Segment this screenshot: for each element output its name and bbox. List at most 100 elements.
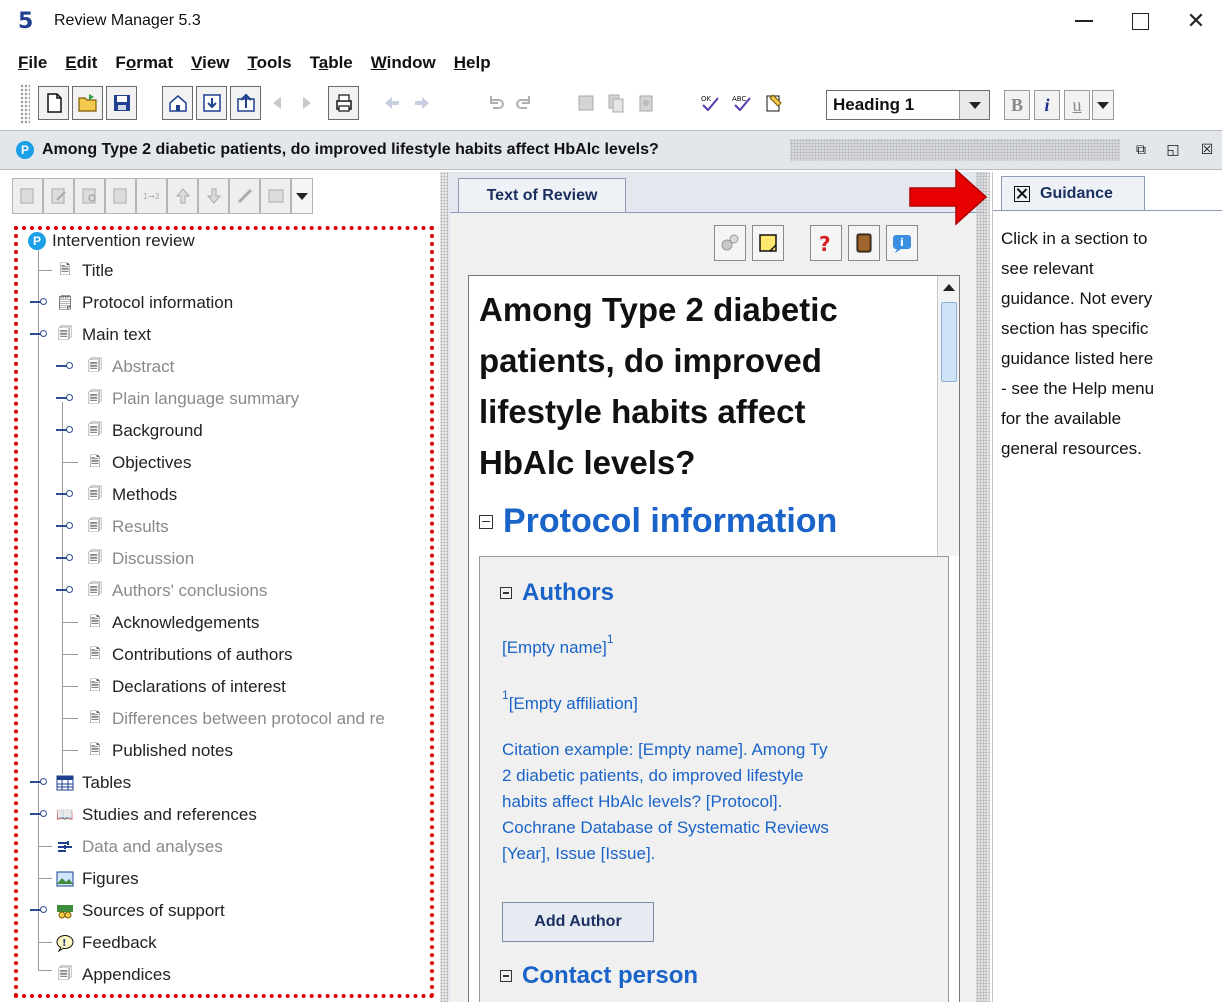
collapse-icon[interactable] (479, 514, 493, 529)
svg-text:OK: OK (701, 95, 712, 103)
move-item-down-button[interactable] (198, 178, 229, 214)
info-button[interactable]: i (886, 225, 918, 261)
help-button[interactable]: ? (810, 225, 842, 261)
scroll-up-icon[interactable] (943, 284, 955, 291)
item-options-button[interactable] (260, 178, 291, 214)
arrow-right-icon (302, 97, 311, 109)
renumber-icon: 1→2 (143, 192, 160, 201)
nav-forward-button[interactable] (406, 86, 437, 120)
paste-button[interactable] (630, 86, 661, 120)
new-button[interactable] (38, 86, 69, 120)
author-name-link[interactable]: [Empty name]1 (502, 632, 614, 662)
paragraph-style-select[interactable]: Heading 1 (826, 90, 990, 120)
close-document-button[interactable]: ☒ (1196, 140, 1218, 160)
menu-view[interactable]: View (191, 53, 229, 73)
title-bar-grip (790, 139, 1120, 161)
restore-down-button[interactable]: ⧉ (1130, 140, 1152, 160)
move-item-up-button[interactable] (167, 178, 198, 214)
save-button[interactable] (106, 86, 137, 120)
open-folder-icon (77, 94, 97, 112)
outline-toolbar-more-button[interactable] (291, 178, 313, 214)
vertical-scrollbar[interactable] (937, 276, 959, 556)
add-note-button[interactable] (752, 225, 784, 261)
toolbar-overflow-button[interactable] (1092, 90, 1114, 120)
arrow-down-icon (202, 94, 221, 112)
move-up-icon (175, 188, 190, 204)
citation-line: Cochrane Database of Systematic Reviews (502, 818, 829, 837)
cut-icon (578, 95, 593, 111)
menu-table[interactable]: Table (310, 53, 353, 73)
edit-item-button[interactable] (43, 178, 74, 214)
guidance-splitter[interactable] (976, 172, 990, 1002)
add-author-button[interactable]: Add Author (502, 902, 654, 942)
authors-heading[interactable]: Authors (500, 579, 614, 607)
chevron-down-icon[interactable] (959, 91, 989, 119)
spellcheck-icon: ABC (732, 95, 751, 112)
outline-panel: 1→2 P Intervention review 🗎 Title 🗒 Protoc… (0, 172, 448, 1002)
toolbar-grip[interactable] (20, 84, 30, 124)
italic-button[interactable]: i (1034, 90, 1060, 120)
maximize-icon (1131, 12, 1149, 30)
outline-splitter[interactable] (440, 172, 448, 1002)
tab-guidance[interactable]: Guidance (1001, 176, 1145, 210)
maximize-pane-button[interactable]: ◱ (1162, 140, 1184, 160)
close-icon: ✕ (1186, 8, 1206, 34)
review-title-heading[interactable]: Among Type 2 diabetic patients, do impro… (479, 284, 919, 488)
options-icon (268, 189, 283, 203)
track-changes-button[interactable] (758, 86, 789, 120)
cut-button[interactable] (570, 86, 601, 120)
menu-tools[interactable]: Tools (248, 53, 292, 73)
spellcheck-button[interactable]: ABC (726, 86, 757, 120)
menu-edit[interactable]: Edit (65, 53, 97, 73)
handbook-button[interactable] (848, 225, 880, 261)
copy-button[interactable] (600, 86, 631, 120)
print-button[interactable] (328, 86, 359, 120)
move-down-button[interactable] (196, 86, 227, 120)
scroll-thumb[interactable] (941, 302, 957, 382)
review-icon: P (16, 141, 34, 159)
note-icon (759, 234, 777, 252)
nav-left-icon (384, 97, 399, 109)
close-guidance-icon[interactable] (1014, 185, 1030, 202)
properties-button[interactable] (105, 178, 136, 214)
undo-button[interactable] (480, 86, 511, 120)
document-title-bar: P Among Type 2 diabetic patients, do imp… (0, 130, 1222, 170)
collapse-icon[interactable] (500, 587, 512, 599)
svg-text:i: i (900, 236, 904, 249)
guidance-panel: Guidance Click in a section to see relev… (992, 172, 1222, 1002)
outline-toolbar: 1→2 (12, 178, 313, 216)
redo-button[interactable] (508, 86, 539, 120)
find-item-button[interactable] (74, 178, 105, 214)
minimize-button[interactable] (1056, 4, 1112, 38)
menu-help[interactable]: Help (454, 53, 491, 73)
check-ok-button[interactable]: OK (694, 86, 725, 120)
tab-text-of-review[interactable]: Text of Review (458, 178, 626, 212)
add-item-button[interactable] (12, 178, 43, 214)
bold-button[interactable]: B (1004, 90, 1030, 120)
maximize-button[interactable] (1112, 4, 1168, 38)
menu-format[interactable]: Format (115, 53, 173, 73)
new-document-icon (46, 93, 62, 113)
collapse-icon[interactable] (500, 970, 512, 982)
nav-back-button[interactable] (376, 86, 407, 120)
delete-item-button[interactable] (229, 178, 260, 214)
menu-window[interactable]: Window (371, 53, 436, 73)
back-button[interactable] (262, 86, 293, 120)
menu-file[interactable]: File (18, 53, 47, 73)
move-up-button[interactable] (230, 86, 261, 120)
maximize-pane-icon: ◱ (1166, 142, 1180, 158)
open-button[interactable] (72, 86, 103, 120)
protocol-information-heading[interactable]: Protocol information (479, 502, 837, 541)
renumber-button[interactable]: 1→2 (136, 178, 167, 214)
underline-button[interactable]: u (1064, 90, 1090, 120)
close-button[interactable]: ✕ (1168, 4, 1222, 38)
forward-button[interactable] (290, 86, 321, 120)
contact-person-heading[interactable]: Contact person (500, 962, 698, 990)
home-button[interactable] (162, 86, 193, 120)
citation-line: [Year], Issue [Issue]. (502, 844, 656, 863)
chevron-down-icon (1097, 101, 1109, 109)
settings-button[interactable] (714, 225, 746, 261)
author-affiliation-link[interactable]: 1[Empty affiliation] (502, 688, 638, 718)
title-line: lifestyle habits affect (479, 393, 806, 430)
document-view[interactable]: Among Type 2 diabetic patients, do impro… (468, 275, 960, 1002)
